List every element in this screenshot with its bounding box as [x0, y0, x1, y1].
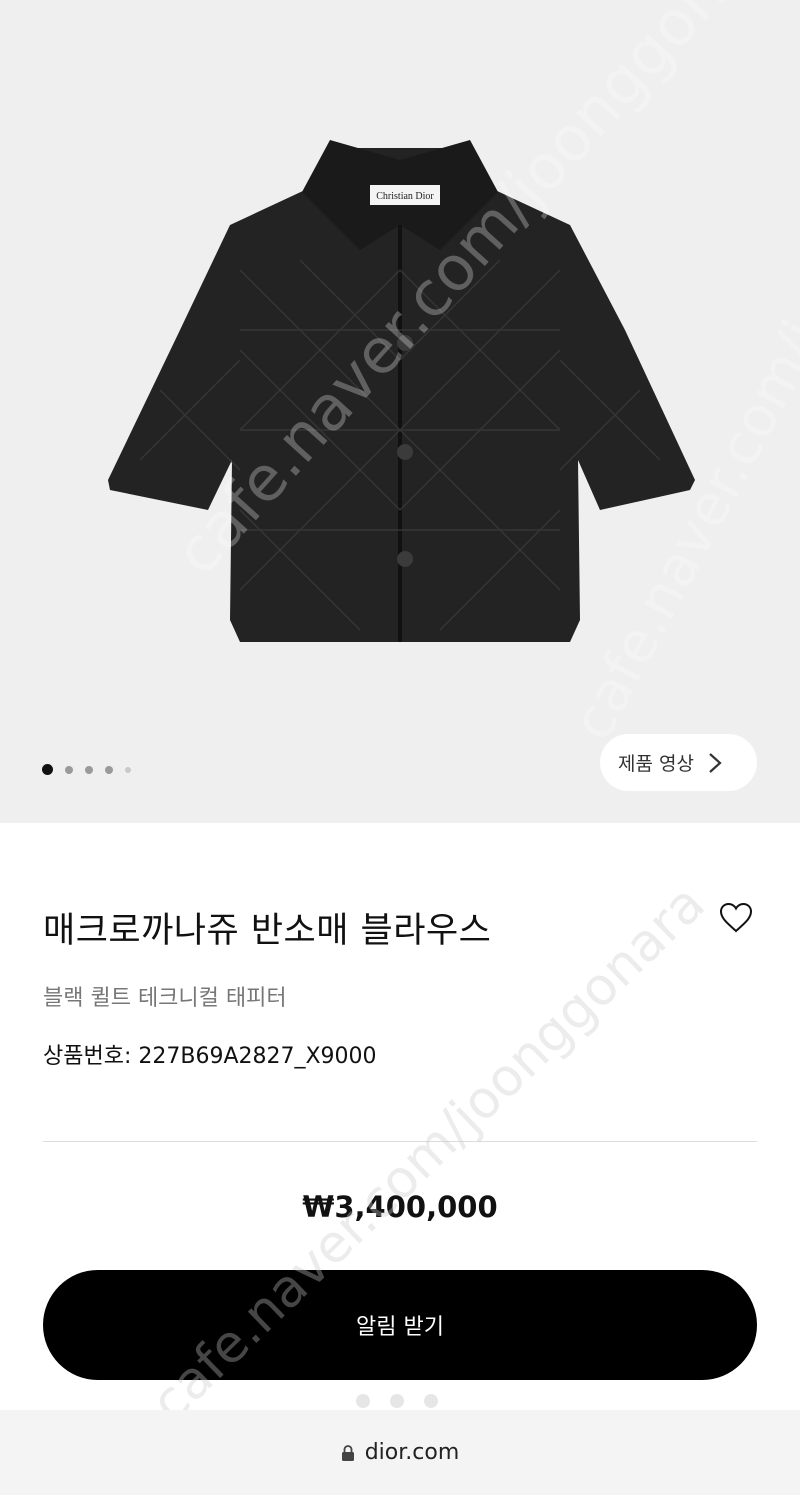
product-price: ₩3,400,000 [302, 1190, 498, 1224]
page-dot [390, 1394, 404, 1408]
lock-icon [341, 1444, 354, 1461]
chevron-right-icon [709, 752, 722, 773]
product-title: 매크로까나쥬 반소매 블라우스 [43, 911, 492, 951]
page-dot [424, 1394, 438, 1408]
carousel-dot[interactable] [125, 766, 131, 773]
carousel-dot[interactable] [85, 765, 93, 774]
notify-button[interactable]: 알림 받기 [43, 1270, 757, 1380]
divider [43, 1141, 757, 1142]
notify-button-label: 알림 받기 [356, 1315, 444, 1340]
url-text: dior.com [364, 1440, 460, 1465]
product-image: Christian Dior [108, 140, 695, 642]
carousel-dot-active[interactable] [42, 764, 53, 775]
page-dot [356, 1394, 370, 1408]
product-code: 상품번호: 227B69A2827_X9000 [43, 1044, 377, 1069]
carousel-dot[interactable] [105, 765, 113, 774]
heart-icon[interactable] [719, 902, 753, 934]
carousel-dot[interactable] [65, 765, 73, 774]
brand-label: Christian Dior [376, 191, 434, 202]
product-image-gallery[interactable]: Christian Dior cafe.naver.com/joonggonar… [0, 0, 800, 823]
page-indicator [356, 1394, 438, 1408]
carousel-indicator[interactable] [42, 764, 131, 775]
product-video-button[interactable]: 제품 영상 [600, 734, 757, 791]
browser-url-bar[interactable]: dior.com [0, 1410, 800, 1495]
product-video-label: 제품 영상 [618, 753, 694, 775]
product-subtitle: 블랙 퀼트 테크니컬 태피터 [43, 986, 287, 1011]
